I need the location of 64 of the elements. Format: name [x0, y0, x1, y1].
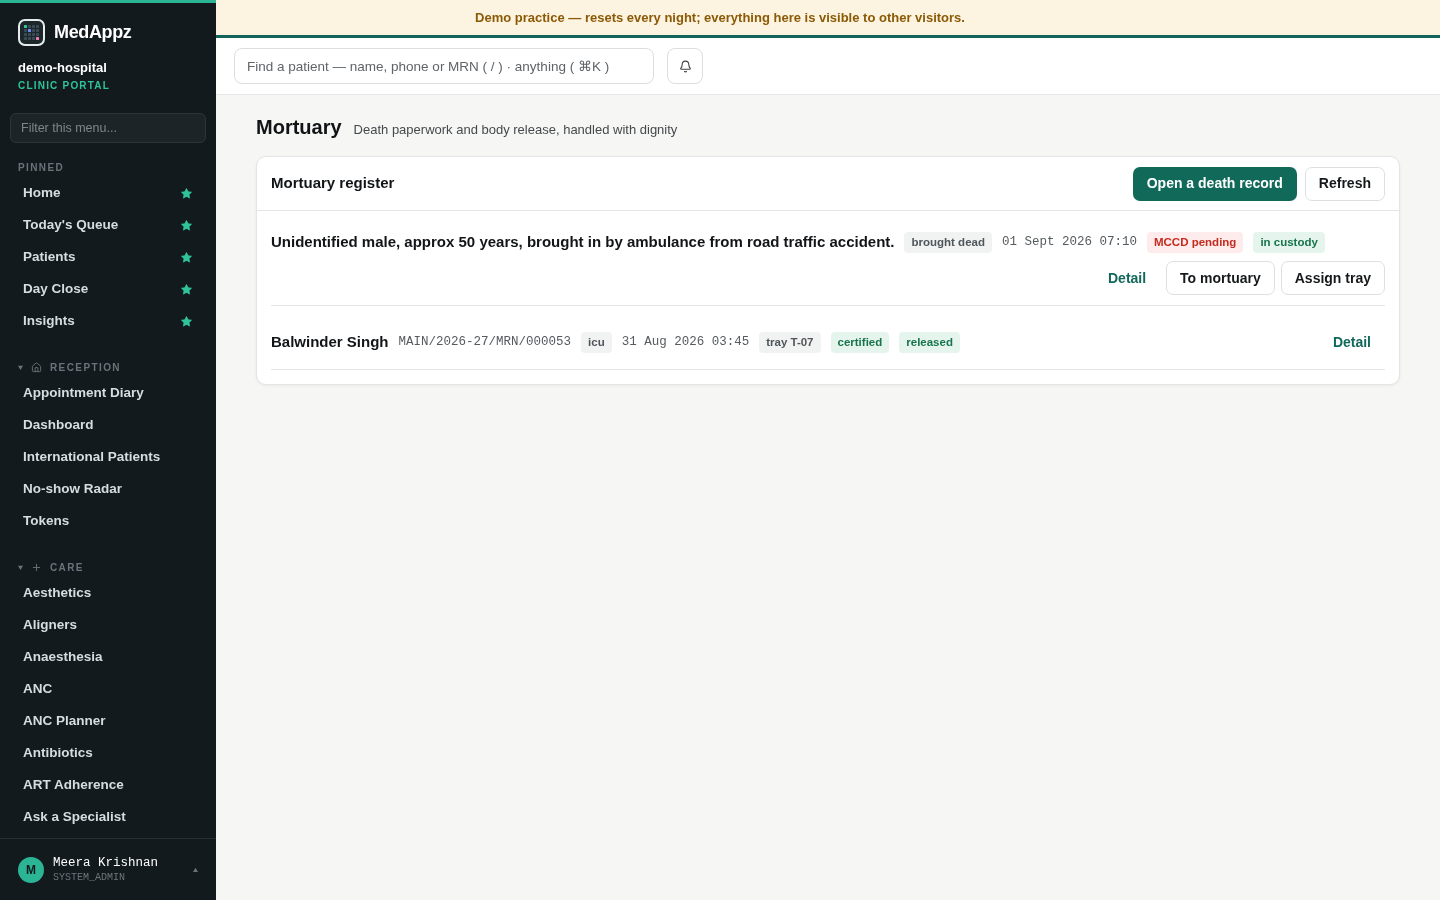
search-field[interactable]: Find a patient — name, phone or MRN ( / ) · anything ( ⌘K ) [234, 48, 654, 84]
link-button[interactable]: Detail [1094, 261, 1161, 295]
status-tag: in custody [1253, 231, 1325, 253]
record-name: Balwinder Singh [271, 331, 389, 352]
section-heading: CARE [50, 560, 84, 575]
star-icon[interactable] [180, 314, 193, 328]
caret-icon[interactable] [18, 564, 23, 570]
nav-item[interactable]: Aesthetics [10, 577, 206, 609]
nav-item[interactable]: No-show Radar [10, 473, 206, 505]
nav-item[interactable]: Aligners [10, 609, 206, 641]
bell-icon [678, 59, 692, 73]
star-icon[interactable] [180, 186, 193, 200]
record-name: Unidentified male, approx 50 years, brought in by ambulance from road traffic accident. [271, 231, 895, 252]
house-icon [31, 361, 42, 373]
nav-item[interactable]: Dashboard [10, 409, 206, 441]
timestamp: 31 Aug 2026 03:45 [621, 333, 750, 351]
record-id: MAIN/2026-27/MRN/000053 [398, 333, 572, 351]
nav-item[interactable]: ANC [10, 673, 206, 705]
filter-field[interactable]: Filter this menu... [10, 113, 206, 143]
organization-name: demo-hospital [18, 59, 107, 77]
user-avatar: M [18, 856, 44, 883]
nav-item[interactable]: Anaesthesia [10, 641, 206, 673]
status-tag: MCCD pending [1147, 231, 1244, 253]
nav-item[interactable]: Today's Queue [10, 209, 206, 241]
nav-item[interactable]: ANC Planner [10, 705, 206, 737]
outline-button[interactable]: Refresh [1304, 166, 1385, 201]
demo-notice-banner: Demo practice — resets every night; everything here is visible to other visitors. [216, 0, 1440, 38]
nav-item[interactable]: Tokens [10, 505, 206, 537]
timestamp: 01 Sept 2026 07:10 [1001, 233, 1137, 251]
category-tag: icu [581, 331, 612, 353]
user-name: Meera Krishnan [53, 855, 159, 871]
category-tag: brought dead [904, 231, 992, 253]
nav-item[interactable]: Antibiotics [10, 737, 206, 769]
nav-item[interactable]: ART Adherence [10, 769, 206, 801]
nav-item[interactable]: Day Close [10, 273, 206, 305]
logo-icon [18, 18, 45, 46]
page-title: Mortuary [256, 115, 342, 140]
status-tag: certified [830, 331, 890, 353]
nav-item[interactable]: Insights [10, 305, 206, 337]
nav-item[interactable]: Ask a Specialist [10, 801, 206, 833]
user-role: SYSTEM_ADMIN [53, 871, 125, 884]
primary-button[interactable]: Open a death record [1132, 166, 1297, 201]
brand-name: MedAppz [54, 20, 132, 44]
link-button[interactable]: Detail [1318, 325, 1385, 359]
category-tag: tray T-07 [759, 331, 821, 353]
star-icon[interactable] [180, 218, 193, 232]
nav-item[interactable]: Home [10, 177, 206, 209]
status-tag: released [899, 331, 960, 353]
caret-icon[interactable] [18, 364, 23, 370]
portal-label: CLINIC PORTAL [18, 79, 111, 93]
page-subtitle: Death paperwork and body release, handled with dignity [353, 121, 678, 139]
outline-button[interactable]: To mortuary [1166, 261, 1275, 295]
nav-item[interactable]: Appointment Diary [10, 377, 206, 409]
caret-icon[interactable] [193, 867, 198, 872]
nav-item[interactable]: International Patients [10, 441, 206, 473]
star-icon[interactable] [180, 282, 193, 296]
notifications-button[interactable] [667, 48, 703, 84]
nav-item[interactable]: Patients [10, 241, 206, 273]
section-heading: PINNED [18, 160, 65, 175]
star-icon[interactable] [180, 250, 193, 264]
outline-button[interactable]: Assign tray [1280, 261, 1385, 295]
card-title: Mortuary register [271, 173, 395, 194]
section-heading: RECEPTION [50, 360, 121, 375]
plus-icon [31, 561, 42, 573]
